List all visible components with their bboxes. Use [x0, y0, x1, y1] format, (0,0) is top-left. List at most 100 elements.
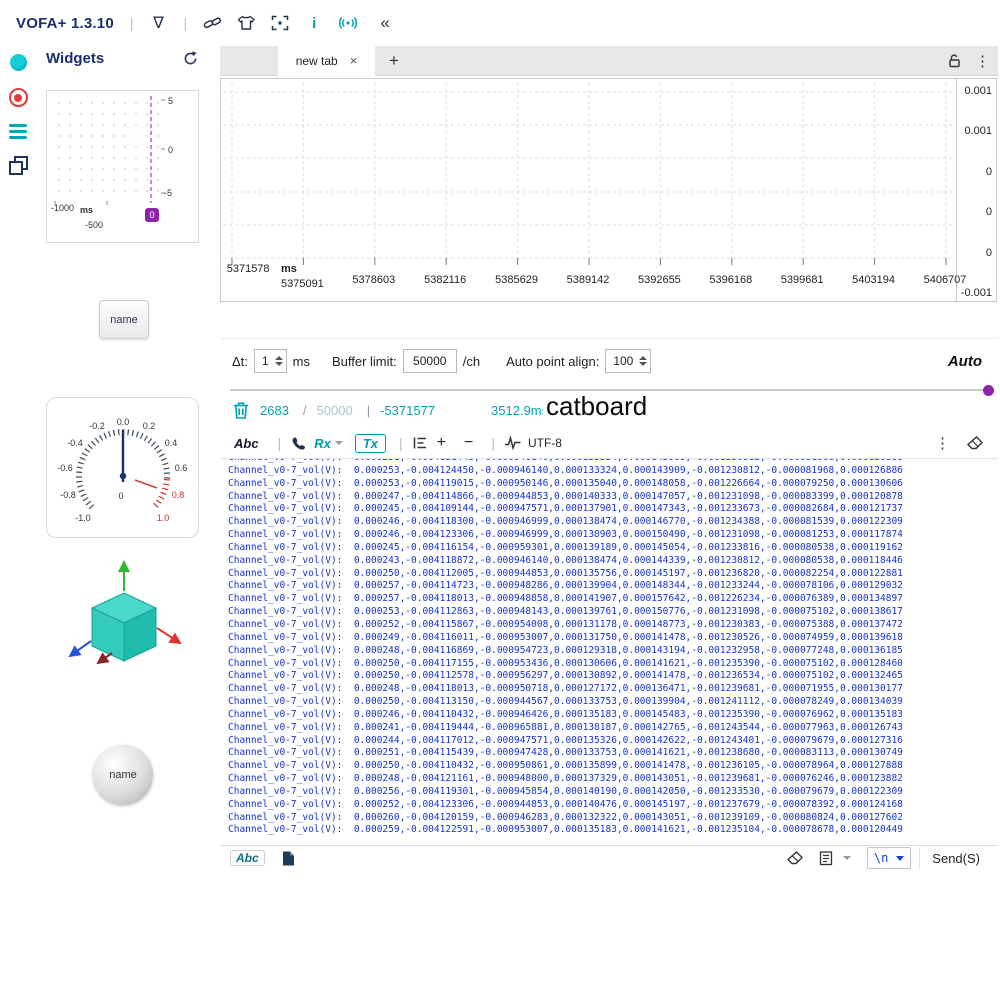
cube-3d-widget[interactable]	[58, 548, 198, 698]
x-axis-label: 5382116	[424, 274, 466, 286]
collapse-panel-icon[interactable]: «	[375, 12, 395, 34]
gauge-label: -0.4	[67, 438, 83, 448]
dt-spinner[interactable]: 1	[254, 349, 287, 373]
text-mode-button[interactable]: Abc	[234, 436, 259, 451]
cursor-value-badge[interactable]: 0	[145, 208, 159, 222]
chevron-down-icon[interactable]	[335, 441, 343, 445]
x-axis-label: 5399681	[781, 274, 824, 286]
gauge-widget[interactable]: 0.0 -0.2 0.2 -0.4 0.4 -0.6 0.6 -0.8 0.8 …	[46, 397, 199, 538]
log-row: Channel_v0-7_vol(V): 0.000247,-0.0041148…	[220, 491, 998, 504]
connection-indicator-icon[interactable]	[10, 54, 27, 71]
tx-toggle[interactable]: Tx	[355, 434, 386, 453]
log-row: Channel_v0-7_vol(V): 0.000249,-0.0041160…	[220, 632, 998, 645]
clear-input-eraser-button[interactable]	[786, 850, 804, 866]
file-send-icon[interactable]	[280, 850, 297, 867]
gauge-label: 1.0	[157, 513, 170, 523]
add-tab-button[interactable]: +	[389, 51, 399, 71]
preview-y-label: 5	[168, 96, 173, 106]
points-count: 2683	[260, 403, 289, 418]
auto-scale-label[interactable]: Auto	[948, 353, 998, 370]
tab-close-icon[interactable]: ×	[350, 53, 358, 68]
link-icon[interactable]	[202, 12, 222, 34]
widgets-panel-header: Widgets	[46, 50, 199, 67]
log-row: Channel_v0-7_vol(V): 0.000253,-0.0041244…	[220, 465, 998, 478]
widgets-panel-title: Widgets	[46, 50, 104, 67]
broadcast-icon[interactable]	[338, 12, 358, 34]
log-rows: Channel_v0-7_vol(V): 0.000251,-0.0041214…	[220, 459, 998, 837]
chevron-down-icon[interactable]	[843, 856, 851, 860]
send-button[interactable]: Send(S)	[919, 847, 998, 869]
rx-toggle[interactable]: Rx	[314, 436, 331, 451]
gauge-red-zone	[154, 479, 167, 507]
divider: |	[130, 15, 134, 31]
log-row: Channel_v0-7_vol(V): 0.000251,-0.0041154…	[220, 747, 998, 760]
log-row: Channel_v0-7_vol(V): 0.000250,-0.0041120…	[220, 568, 998, 581]
divider: |	[367, 403, 370, 418]
dt-unit: ms	[293, 354, 310, 369]
newline-value: \n	[874, 851, 888, 865]
font-decrease-button[interactable]: −	[464, 434, 473, 452]
buffer-limit-input[interactable]: 50000	[403, 349, 457, 373]
chart-preview-widget[interactable]: 5 0 -5 -1000 ms -500 0	[46, 90, 199, 243]
spinner-arrows[interactable]	[639, 356, 647, 366]
serial-log-area[interactable]: Channel_v0-7_vol(V): 0.000251,-0.0041214…	[220, 459, 998, 845]
record-icon[interactable]	[9, 88, 28, 107]
align-spinner[interactable]: 100	[605, 349, 651, 373]
y-axis-labels: 0.0010.001000-0.001	[956, 79, 996, 301]
spinner-arrows[interactable]	[275, 356, 283, 366]
send-input[interactable]	[314, 847, 769, 869]
button-widget[interactable]: name	[99, 300, 149, 339]
log-row: Channel_v0-7_vol(V): 0.000252,-0.0041158…	[220, 619, 998, 632]
filter-icon[interactable]: ∇	[149, 12, 169, 34]
gauge-label: -0.2	[89, 421, 105, 431]
clear-log-eraser-button[interactable]	[966, 435, 984, 451]
sphere-button-widget[interactable]: name	[93, 745, 153, 805]
tab-bar: new tab × + ⋮	[220, 46, 998, 76]
chevron-down-icon[interactable]	[896, 856, 904, 861]
slider-thumb[interactable]	[983, 385, 994, 396]
lock-icon[interactable]	[947, 53, 962, 68]
list-icon[interactable]	[9, 124, 27, 139]
x-axis-label: 5406707	[924, 274, 967, 286]
tab-new-tab[interactable]: new tab ×	[278, 46, 375, 76]
catboard-overlay-text: catboard	[543, 391, 650, 422]
log-row: Channel_v0-7_vol(V): 0.000245,-0.0041161…	[220, 542, 998, 555]
waveform-icon[interactable]	[504, 435, 522, 451]
gauge-label: 0.8	[172, 490, 185, 500]
clear-buffer-trash-button[interactable]	[232, 401, 250, 420]
log-row: Channel_v0-7_vol(V): 0.000259,-0.0041225…	[220, 824, 998, 837]
info-icon[interactable]: i	[304, 12, 324, 34]
encoding-label[interactable]: UTF-8	[528, 436, 562, 450]
windows-layers-icon[interactable]	[9, 156, 28, 175]
log-row: Channel_v0-7_vol(V): 0.000257,-0.0041180…	[220, 593, 998, 606]
chart-preview-grid	[47, 91, 198, 242]
gauge-pivot	[120, 473, 126, 479]
main-chart[interactable]: 0.0010.001000-0.001 ms 53715785375091537…	[220, 78, 997, 302]
text-align-icon[interactable]	[412, 435, 428, 451]
history-list-icon[interactable]	[818, 850, 834, 866]
scan-icon[interactable]	[270, 12, 290, 34]
x-axis-label: 5389142	[567, 274, 610, 286]
input-mode-button[interactable]: Abc	[230, 850, 265, 866]
newline-select[interactable]: \n	[867, 847, 911, 869]
log-menu-kebab-icon[interactable]: ⋮	[935, 434, 950, 452]
top-toolbar: VOFA+ 1.3.10 | ∇ | i «	[0, 0, 1000, 46]
gauge-red-needle	[135, 480, 157, 488]
chart-grid	[222, 80, 957, 272]
x-axis-label: 5371578	[227, 263, 270, 275]
y-axis-label: 0	[986, 166, 992, 178]
log-row: Channel_v0-7_vol(V): 0.000246,-0.0041183…	[220, 516, 998, 529]
log-row: Channel_v0-7_vol(V): 0.000246,-0.0041233…	[220, 529, 998, 542]
gauge-label: 0.0	[117, 417, 130, 427]
tab-menu-kebab-icon[interactable]: ⋮	[975, 52, 990, 70]
gauge-label: -0.8	[60, 490, 76, 500]
dt-value: 1	[262, 354, 269, 368]
phone-handset-icon[interactable]	[290, 435, 306, 451]
axis-minor-arrow	[98, 653, 112, 663]
refresh-button[interactable]	[182, 50, 199, 67]
shirt-icon[interactable]	[236, 12, 256, 34]
log-row: Channel_v0-7_vol(V): 0.000243,-0.0041188…	[220, 555, 998, 568]
preview-y-label: -5	[164, 188, 172, 198]
font-increase-button[interactable]: +	[437, 434, 446, 452]
log-row: Channel_v0-7_vol(V): 0.000244,-0.0041170…	[220, 735, 998, 748]
